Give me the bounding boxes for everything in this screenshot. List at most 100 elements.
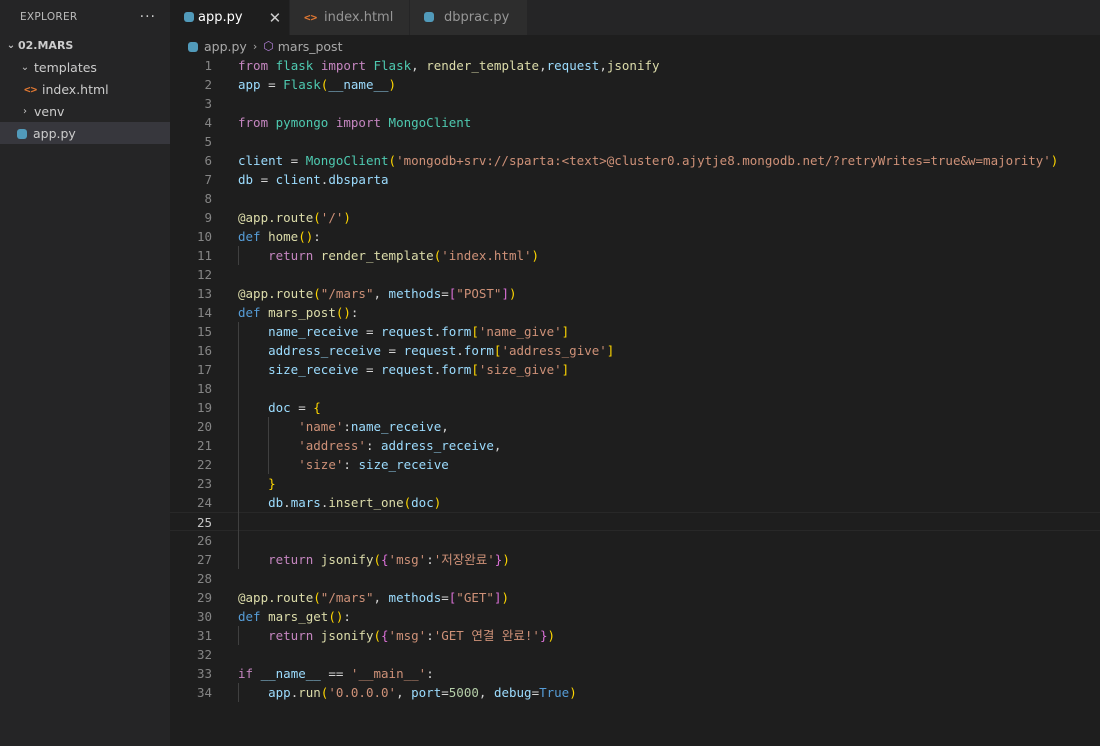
code-text: return jsonify({'msg':'저장완료'}) xyxy=(238,550,510,569)
line-number: 13 xyxy=(196,286,212,301)
code-token: = xyxy=(441,286,449,301)
file-index-html[interactable]: <> index.html xyxy=(0,78,170,100)
code-line[interactable]: 10 def home(): xyxy=(170,227,1100,246)
code-token: ) xyxy=(1050,153,1059,168)
python-file-icon xyxy=(184,10,194,25)
code-token: () xyxy=(328,609,344,624)
code-token: request xyxy=(381,324,434,339)
code-text: 'name':name_receive, xyxy=(238,417,449,436)
code-line[interactable]: 30 def mars_get(): xyxy=(170,607,1100,626)
code-token: , xyxy=(441,419,449,434)
code-line[interactable]: 6 client = MongoClient('mongodb+srv://spa… xyxy=(170,151,1100,170)
code-token: methods xyxy=(388,590,442,605)
code-line[interactable]: 11 return render_template('index.html') xyxy=(170,246,1100,265)
close-icon[interactable]: ✕ xyxy=(269,9,282,27)
code-line[interactable]: 31 return jsonify({'msg':'GET 연결 완료!'}) xyxy=(170,626,1100,645)
code-line[interactable]: 32 xyxy=(170,645,1100,664)
code-text: doc = { xyxy=(238,398,321,417)
code-line[interactable]: 4 from pymongo import MongoClient xyxy=(170,113,1100,132)
code-line[interactable]: 29 @app.route("/mars", methods=["GET"]) xyxy=(170,588,1100,607)
code-token: form xyxy=(463,343,494,358)
code-token: dbsparta xyxy=(328,172,389,187)
code-token: : xyxy=(426,552,434,567)
code-text: app = Flask(__name__) xyxy=(238,75,396,94)
code-line[interactable]: 15 name_receive = request.form['name_giv… xyxy=(170,322,1100,341)
code-line[interactable]: 28 xyxy=(170,569,1100,588)
code-line[interactable]: 13 @app.route("/mars", methods=["POST"]) xyxy=(170,284,1100,303)
code-text: if __name__ == '__main__': xyxy=(238,664,434,683)
code-line[interactable]: 8 xyxy=(170,189,1100,208)
file-label: index.html xyxy=(42,81,109,97)
code-line[interactable]: 23 } xyxy=(170,474,1100,493)
folder-venv[interactable]: › venv xyxy=(0,100,170,122)
code-editor[interactable]: 1 from flask import Flask, render_templat… xyxy=(170,56,1100,746)
code-token: ) xyxy=(508,286,517,301)
code-line[interactable]: 5 xyxy=(170,132,1100,151)
code-line[interactable]: 22 'size': size_receive xyxy=(170,455,1100,474)
code-line[interactable]: 16 address_receive = request.form['addre… xyxy=(170,341,1100,360)
code-token: insert_one xyxy=(328,495,404,510)
code-token: : xyxy=(426,666,434,681)
line-number: 6 xyxy=(204,153,212,168)
code-text: @app.route('/') xyxy=(238,208,351,227)
code-token: port xyxy=(411,685,442,700)
tab-app-py[interactable]: app.py ✕ xyxy=(170,0,290,35)
code-line[interactable]: 1 from flask import Flask, render_templat… xyxy=(170,56,1100,75)
code-line[interactable]: 14 def mars_post(): xyxy=(170,303,1100,322)
tab-dbprac-py[interactable]: dbprac.py xyxy=(410,0,528,35)
more-actions-icon[interactable]: ··· xyxy=(140,9,156,25)
code-token: , xyxy=(599,58,607,73)
code-line[interactable]: 3 xyxy=(170,94,1100,113)
code-line[interactable]: 26 xyxy=(170,531,1100,550)
code-token: client xyxy=(238,153,284,168)
breadcrumb-file[interactable]: app.py xyxy=(204,39,247,54)
code-line[interactable]: 25 xyxy=(170,512,1100,531)
explorer-header: EXPLORER ··· xyxy=(0,0,170,34)
folder-02-mars[interactable]: ⌄ 02.MARS xyxy=(0,34,170,56)
line-number: 1 xyxy=(204,58,212,73)
code-token: 'address' xyxy=(298,438,366,453)
code-token: = xyxy=(260,77,284,92)
code-line[interactable]: 19 doc = { xyxy=(170,398,1100,417)
code-token: "GET" xyxy=(456,590,494,605)
line-number: 21 xyxy=(196,438,212,453)
code-token: ( xyxy=(313,210,321,225)
breadcrumb-symbol[interactable]: mars_post xyxy=(278,39,343,54)
code-line[interactable]: 24 db.mars.insert_one(doc) xyxy=(170,493,1100,512)
code-line[interactable]: 7 db = client.dbsparta xyxy=(170,170,1100,189)
code-line[interactable]: 9 @app.route('/') xyxy=(170,208,1100,227)
file-app-py[interactable]: app.py xyxy=(0,122,170,144)
code-token: : xyxy=(343,457,359,472)
line-number: 14 xyxy=(196,305,212,320)
code-line[interactable]: 27 return jsonify({'msg':'저장완료'}) xyxy=(170,550,1100,569)
code-text: def mars_get(): xyxy=(238,607,351,626)
tab-index-html[interactable]: <> index.html xyxy=(290,0,410,35)
code-line[interactable]: 12 xyxy=(170,265,1100,284)
code-line[interactable]: 33 if __name__ == '__main__': xyxy=(170,664,1100,683)
code-line[interactable]: 20 'name':name_receive, xyxy=(170,417,1100,436)
code-token: "/mars" xyxy=(320,286,374,301)
folder-templates[interactable]: ⌄ templates xyxy=(0,56,170,78)
code-token: size_receive xyxy=(358,457,449,472)
code-token: return xyxy=(268,552,314,567)
code-token: 'name' xyxy=(298,419,344,434)
code-token: return xyxy=(268,248,314,263)
code-line[interactable]: 34 app.run('0.0.0.0', port=5000, debug=T… xyxy=(170,683,1100,702)
code-line[interactable]: 21 'address': address_receive, xyxy=(170,436,1100,455)
code-token: ) xyxy=(388,77,397,92)
code-token: : xyxy=(343,609,351,624)
code-line[interactable]: 17 size_receive = request.form['size_giv… xyxy=(170,360,1100,379)
code-token: = xyxy=(441,590,449,605)
code-token: () xyxy=(335,305,351,320)
line-number: 27 xyxy=(196,552,212,567)
code-token: ] xyxy=(606,343,615,358)
line-number: 11 xyxy=(196,248,212,263)
code-token: , xyxy=(373,590,389,605)
code-line[interactable]: 18 xyxy=(170,379,1100,398)
code-line[interactable]: 2 app = Flask(__name__) xyxy=(170,75,1100,94)
